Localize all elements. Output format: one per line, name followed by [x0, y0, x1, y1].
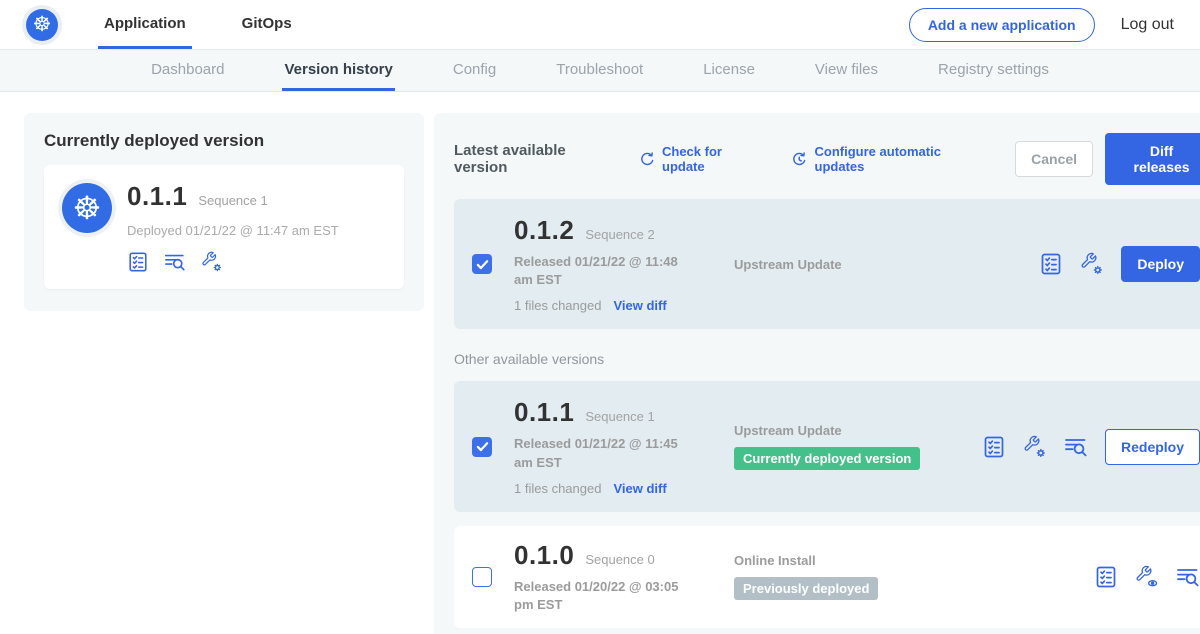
row-actions: Redeploy: [982, 429, 1200, 465]
version-row-0-1-1: 0.1.1 Sequence 1 Released 01/21/22 @ 11:…: [454, 381, 1200, 511]
tab-application[interactable]: Application: [98, 0, 192, 49]
version-info: 0.1.0 Sequence 0 Released 01/20/22 @ 03:…: [514, 540, 712, 614]
previously-deployed-badge: Previously deployed: [734, 577, 878, 600]
add-application-button[interactable]: Add a new application: [909, 8, 1095, 42]
top-nav-right: Add a new application Log out: [909, 8, 1174, 42]
top-nav: ☸ Application GitOps Add a new applicati…: [0, 0, 1200, 50]
version-info: 0.1.1 Sequence 1 Released 01/21/22 @ 11:…: [514, 397, 712, 495]
view-diff-link[interactable]: View diff: [613, 298, 666, 313]
check-icon: [476, 258, 489, 271]
main-content: Currently deployed version ☸ 0.1.1 Seque…: [0, 92, 1200, 634]
deployed-version-card: ☸ 0.1.1 Sequence 1 Deployed 01/21/22 @ 1…: [44, 165, 404, 289]
released-timestamp: Released 01/21/22 @ 11:45 am EST: [514, 435, 696, 471]
check-for-update-link[interactable]: Check for update: [639, 144, 766, 174]
preflight-checklist-icon[interactable]: [127, 251, 149, 273]
edit-config-wrench-gear-icon[interactable]: [201, 251, 223, 273]
preflight-checklist-icon[interactable]: [1094, 565, 1118, 589]
subnav-version-history[interactable]: Version history: [282, 50, 394, 91]
sequence-label: Sequence 2: [585, 227, 654, 242]
subnav-view-files[interactable]: View files: [813, 50, 880, 91]
app-kubernetes-icon: ☸: [62, 183, 112, 233]
row-actions: Deploy: [1039, 246, 1200, 282]
refresh-icon: [639, 151, 656, 168]
version-info: 0.1.2 Sequence 2 Released 01/21/22 @ 11:…: [514, 215, 712, 313]
edit-config-wrench-gear-icon[interactable]: [1023, 435, 1047, 459]
version-checkbox[interactable]: [472, 254, 492, 274]
version-source: Upstream Update Currently deployed versi…: [734, 423, 982, 470]
currently-deployed-card: Currently deployed version ☸ 0.1.1 Seque…: [24, 113, 424, 311]
kubernetes-logo-icon[interactable]: ☸: [26, 9, 58, 41]
edit-config-wrench-gear-icon[interactable]: [1080, 252, 1104, 276]
sequence-label: Sequence 0: [585, 552, 654, 567]
row-actions: [1094, 565, 1200, 589]
version-checkbox[interactable]: [472, 567, 492, 587]
diff-releases-button[interactable]: Diff releases: [1105, 133, 1200, 185]
panel-header: Latest available version Check for updat…: [454, 133, 1200, 185]
view-config-wrench-eye-icon[interactable]: [1135, 565, 1159, 589]
logout-link[interactable]: Log out: [1121, 16, 1174, 34]
other-versions-label: Other available versions: [454, 351, 1200, 367]
version-history-panel: Latest available version Check for updat…: [434, 113, 1200, 634]
check-icon: [476, 440, 489, 453]
version-row-0-1-0: 0.1.0 Sequence 0 Released 01/20/22 @ 03:…: [454, 526, 1200, 628]
deployed-card-title: Currently deployed version: [44, 131, 404, 151]
top-nav-tabs: Application GitOps: [98, 0, 298, 49]
subnav-license[interactable]: License: [701, 50, 757, 91]
configure-automatic-updates-link[interactable]: Configure automatic updates: [791, 144, 989, 174]
version-number: 0.1.0: [514, 540, 574, 571]
files-changed-label: 1 files changed: [514, 298, 601, 313]
files-changed-label: 1 files changed: [514, 481, 601, 496]
redeploy-button[interactable]: Redeploy: [1105, 429, 1200, 465]
version-number: 0.1.2: [514, 215, 574, 246]
deployed-sequence-label: Sequence 1: [198, 193, 267, 208]
view-files-search-icon[interactable]: [164, 251, 186, 273]
released-timestamp: Released 01/20/22 @ 03:05 pm EST: [514, 578, 696, 614]
version-number: 0.1.1: [514, 397, 574, 428]
subnav-registry-settings[interactable]: Registry settings: [936, 50, 1051, 91]
currently-deployed-badge: Currently deployed version: [734, 447, 920, 470]
released-timestamp: Released 01/21/22 @ 11:48 am EST: [514, 253, 696, 289]
preflight-checklist-icon[interactable]: [982, 435, 1006, 459]
subnav-troubleshoot[interactable]: Troubleshoot: [554, 50, 645, 91]
cancel-button[interactable]: Cancel: [1015, 141, 1093, 177]
view-files-search-icon[interactable]: [1064, 435, 1088, 459]
deploy-button[interactable]: Deploy: [1121, 246, 1200, 282]
subnav-dashboard[interactable]: Dashboard: [149, 50, 226, 91]
version-source: Upstream Update: [734, 257, 982, 272]
tab-gitops[interactable]: GitOps: [236, 0, 298, 49]
version-checkbox[interactable]: [472, 437, 492, 457]
preflight-checklist-icon[interactable]: [1039, 252, 1063, 276]
version-source: Online Install Previously deployed: [734, 553, 982, 600]
view-files-search-icon[interactable]: [1176, 565, 1200, 589]
version-row-0-1-2: 0.1.2 Sequence 2 Released 01/21/22 @ 11:…: [454, 199, 1200, 329]
view-diff-link[interactable]: View diff: [613, 481, 666, 496]
deployed-timestamp: Deployed 01/21/22 @ 11:47 am EST: [127, 223, 339, 238]
app-sub-nav: Dashboard Version history Config Trouble…: [0, 50, 1200, 92]
latest-version-title: Latest available version: [454, 142, 619, 176]
subnav-config[interactable]: Config: [451, 50, 498, 91]
deployed-version-details: 0.1.1 Sequence 1 Deployed 01/21/22 @ 11:…: [127, 181, 339, 273]
schedule-update-icon: [791, 151, 808, 168]
sequence-label: Sequence 1: [585, 409, 654, 424]
deployed-version-number: 0.1.1: [127, 181, 187, 212]
